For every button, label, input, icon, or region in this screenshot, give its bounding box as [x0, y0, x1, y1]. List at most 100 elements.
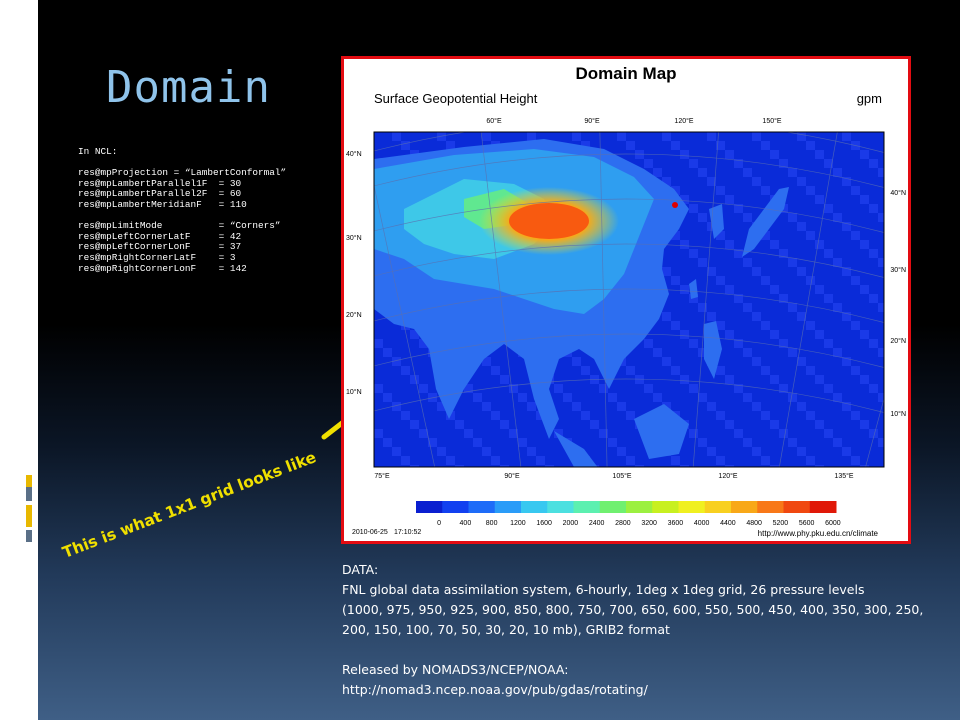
left-white-strip: [0, 0, 38, 720]
ocean-cell: [806, 366, 815, 375]
ocean-cell: [752, 312, 761, 321]
ocean-cell: [752, 447, 761, 456]
ocean-cell: [698, 258, 707, 267]
axis-label: 10°N: [346, 388, 362, 396]
axis-label: 2800: [615, 520, 631, 527]
ocean-cell: [374, 429, 383, 438]
ocean-cell: [491, 411, 500, 420]
ocean-cell: [824, 204, 833, 213]
ocean-cell: [797, 222, 806, 231]
axis-label: 400: [460, 520, 472, 527]
ocean-cell: [743, 168, 752, 177]
ocean-cell: [374, 384, 383, 393]
ocean-cell: [842, 132, 851, 141]
accent-bar-1: [26, 475, 32, 487]
ocean-cell: [671, 366, 680, 375]
ocean-cell: [725, 195, 734, 204]
data-line-1: FNL global data assimilation system, 6-h…: [342, 582, 865, 597]
ocean-cell: [752, 267, 761, 276]
data-line-3: 200, 150, 100, 70, 50, 30, 20, 10 mb), G…: [342, 622, 670, 637]
ocean-cell: [851, 411, 860, 420]
ocean-cell: [401, 366, 410, 375]
ocean-cell: [707, 312, 716, 321]
ocean-cell: [752, 132, 761, 141]
axis-label: 4000: [694, 520, 710, 527]
ocean-cell: [860, 240, 869, 249]
timestamp-time: 17:10:52: [394, 529, 421, 536]
ocean-cell: [680, 330, 689, 339]
ocean-cell: [788, 393, 797, 402]
ocean-cell: [653, 168, 662, 177]
ocean-cell: [680, 375, 689, 384]
ocean-cell: [662, 312, 671, 321]
ocean-cell: [527, 447, 536, 456]
ocean-cell: [761, 411, 770, 420]
ocean-cell: [383, 438, 392, 447]
ocean-cell: [689, 339, 698, 348]
ocean-cell: [545, 465, 554, 467]
ocean-cell: [797, 177, 806, 186]
axis-label: 30°N: [890, 266, 906, 274]
ocean-cell: [725, 150, 734, 159]
ocean-cell: [869, 249, 878, 258]
ocean-cell: [662, 357, 671, 366]
ocean-cell: [644, 159, 653, 168]
ocean-cell: [671, 276, 680, 285]
ocean-cell: [383, 393, 392, 402]
ocean-cell: [581, 411, 590, 420]
ocean-cell: [761, 456, 770, 465]
ocean-cell: [680, 150, 689, 159]
ocean-cell: [743, 393, 752, 402]
ocean-cell: [824, 384, 833, 393]
ocean-cell: [815, 420, 824, 429]
axis-label: 2000: [563, 520, 579, 527]
ocean-cell: [707, 132, 716, 141]
accent-bar-2: [26, 487, 32, 501]
ocean-cell: [572, 357, 581, 366]
ocean-cell: [689, 204, 698, 213]
ocean-cell: [491, 456, 500, 465]
ocean-cell: [473, 393, 482, 402]
ocean-cell: [788, 258, 797, 267]
ocean-cell: [617, 447, 626, 456]
ocean-cell: [860, 285, 869, 294]
ocean-cell: [572, 132, 581, 141]
ocean-cell: [500, 375, 509, 384]
ocean-cell: [716, 456, 725, 465]
ocean-cell: [635, 375, 644, 384]
axis-label: 120°E: [718, 472, 737, 480]
ocean-cell: [536, 456, 545, 465]
colorbar-swatch: [731, 501, 758, 513]
grid-caption: This is what 1x1 grid looks like: [60, 448, 319, 562]
ocean-cell: [869, 294, 878, 303]
ocean-cell: [446, 456, 455, 465]
ocean-cell: [878, 213, 884, 222]
data-url[interactable]: http://nomad3.ncep.noaa.gov/pub/gdas/rot…: [342, 680, 942, 700]
colorbar-swatch: [626, 501, 653, 513]
ocean-cell: [617, 132, 626, 141]
ocean-cell: [851, 366, 860, 375]
ocean-cell: [770, 330, 779, 339]
ocean-cell: [455, 465, 464, 467]
ocean-cell: [815, 465, 824, 467]
ocean-cell: [824, 339, 833, 348]
slide-title: Domain: [106, 62, 271, 113]
accent-bar-3: [26, 505, 32, 527]
axis-label: 105°E: [612, 472, 631, 480]
ocean-cell: [518, 438, 527, 447]
ocean-cell: [374, 339, 383, 348]
axis-label: 10°N: [890, 410, 906, 418]
ocean-cell: [851, 276, 860, 285]
code-line: In NCL:: [78, 146, 118, 157]
code-line: res@mpRightCornerLonF = 142: [78, 262, 247, 274]
colorbar-swatch: [547, 501, 574, 513]
ocean-cell: [824, 294, 833, 303]
ocean-cell: [698, 168, 707, 177]
ocean-cell: [716, 411, 725, 420]
ocean-cell: [770, 375, 779, 384]
colorbar-swatch: [704, 501, 732, 513]
ocean-cell: [878, 258, 884, 267]
colorbar-swatch: [678, 501, 706, 513]
ocean-cell: [869, 204, 878, 213]
data-line-2: (1000, 975, 950, 925, 900, 850, 800, 750…: [342, 602, 924, 617]
